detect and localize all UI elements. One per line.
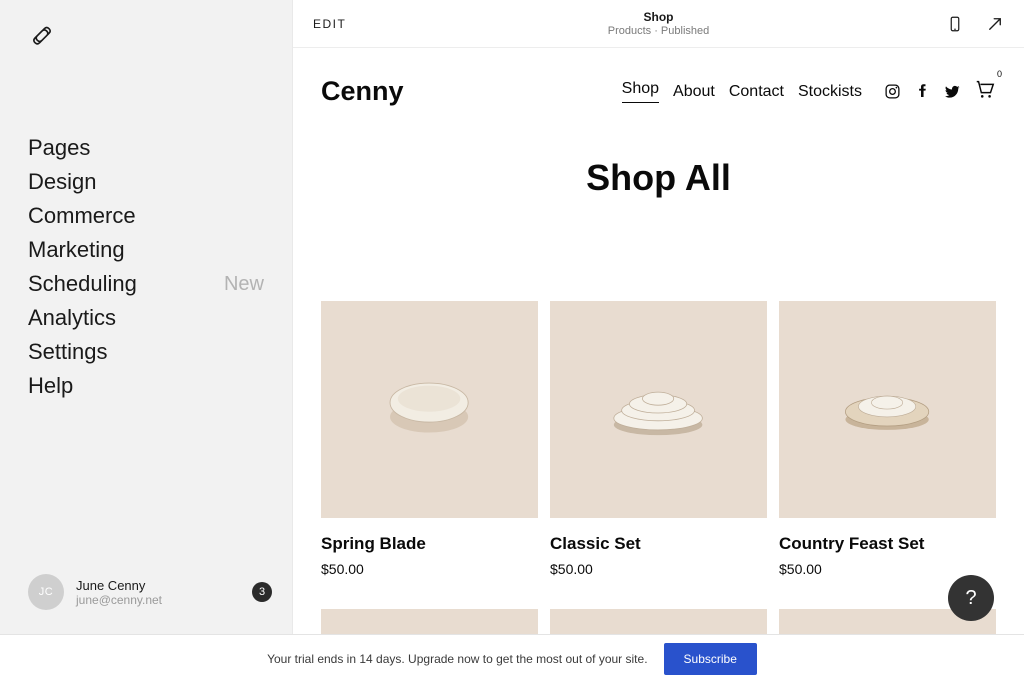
sidebar-footer: JC June Cenny june@cenny.net 3 xyxy=(0,574,292,634)
product-price: $50.00 xyxy=(779,561,996,577)
facebook-icon[interactable] xyxy=(914,83,931,100)
user-email: june@cenny.net xyxy=(76,593,240,607)
product-grid-row2 xyxy=(293,577,1024,634)
sidebar-item-scheduling[interactable]: Scheduling New xyxy=(28,267,292,301)
product-card[interactable]: Spring Blade $50.00 xyxy=(321,301,538,577)
new-badge: New xyxy=(224,273,264,296)
sidebar-nav: Pages Design Commerce Marketing Scheduli… xyxy=(0,57,292,403)
topbar-breadcrumb[interactable]: Shop Products · Published xyxy=(608,10,710,37)
sidebar-item-settings[interactable]: Settings xyxy=(28,335,292,369)
twitter-icon[interactable] xyxy=(944,83,961,100)
product-name: Classic Set xyxy=(550,534,767,554)
page-title: Shop All xyxy=(293,157,1024,199)
product-name: Spring Blade xyxy=(321,534,538,554)
squarespace-logo-icon[interactable] xyxy=(28,24,56,52)
topbar-title: Shop xyxy=(608,10,710,24)
edit-button[interactable]: EDIT xyxy=(313,17,346,31)
trial-message: Your trial ends in 14 days. Upgrade now … xyxy=(267,652,647,666)
user-meta[interactable]: June Cenny june@cenny.net xyxy=(76,578,240,607)
sidebar-item-label: Scheduling xyxy=(28,271,137,297)
product-image xyxy=(321,301,538,518)
product-price: $50.00 xyxy=(550,561,767,577)
sidebar-item-label: Marketing xyxy=(28,237,125,263)
user-name: June Cenny xyxy=(76,578,240,593)
product-card[interactable]: Country Feast Set $50.00 xyxy=(779,301,996,577)
product-image xyxy=(321,609,538,634)
nav-link-shop[interactable]: Shop xyxy=(622,80,659,103)
product-card[interactable] xyxy=(550,609,767,634)
product-grid: Spring Blade $50.00 Classic Set $50.00 xyxy=(293,209,1024,577)
product-price: $50.00 xyxy=(321,561,538,577)
sidebar-item-pages[interactable]: Pages xyxy=(28,131,292,165)
notification-badge[interactable]: 3 xyxy=(252,582,272,602)
sidebar-item-marketing[interactable]: Marketing xyxy=(28,233,292,267)
sidebar-item-label: Settings xyxy=(28,339,108,365)
product-image xyxy=(550,609,767,634)
product-card[interactable] xyxy=(321,609,538,634)
sidebar-item-label: Help xyxy=(28,373,73,399)
instagram-icon[interactable] xyxy=(884,83,901,100)
sidebar-item-commerce[interactable]: Commerce xyxy=(28,199,292,233)
product-image xyxy=(779,301,996,518)
sidebar-item-label: Analytics xyxy=(28,305,116,331)
mobile-preview-icon[interactable] xyxy=(946,15,964,33)
external-link-icon[interactable] xyxy=(986,15,1004,33)
sidebar-item-help[interactable]: Help xyxy=(28,369,292,403)
help-fab-button[interactable]: ? xyxy=(948,575,994,621)
sidebar-item-label: Design xyxy=(28,169,96,195)
sidebar-item-design[interactable]: Design xyxy=(28,165,292,199)
trial-banner: Your trial ends in 14 days. Upgrade now … xyxy=(0,634,1024,683)
product-name: Country Feast Set xyxy=(779,534,996,554)
product-card[interactable]: Classic Set $50.00 xyxy=(550,301,767,577)
nav-link-stockists[interactable]: Stockists xyxy=(798,83,862,101)
product-image xyxy=(550,301,767,518)
site-header: Cenny Shop About Contact Stockists xyxy=(293,48,1024,123)
avatar[interactable]: JC xyxy=(28,574,64,610)
topbar-subtitle: Products · Published xyxy=(608,25,710,37)
nav-link-about[interactable]: About xyxy=(673,83,715,101)
sidebar-item-label: Commerce xyxy=(28,203,136,229)
cart-count: 0 xyxy=(997,69,1002,79)
admin-sidebar: Pages Design Commerce Marketing Scheduli… xyxy=(0,0,292,634)
cart-icon xyxy=(974,78,996,100)
preview-panel: EDIT Shop Products · Published Cenny xyxy=(292,0,1024,634)
site-title[interactable]: Cenny xyxy=(321,76,404,107)
sidebar-item-label: Pages xyxy=(28,135,90,161)
cart-button[interactable]: 0 xyxy=(974,78,996,105)
site-preview-frame[interactable]: Cenny Shop About Contact Stockists xyxy=(293,48,1024,634)
sidebar-item-analytics[interactable]: Analytics xyxy=(28,301,292,335)
subscribe-button[interactable]: Subscribe xyxy=(664,643,757,675)
site-nav: Shop About Contact Stockists xyxy=(622,78,996,105)
preview-topbar: EDIT Shop Products · Published xyxy=(293,0,1024,48)
nav-link-contact[interactable]: Contact xyxy=(729,83,784,101)
